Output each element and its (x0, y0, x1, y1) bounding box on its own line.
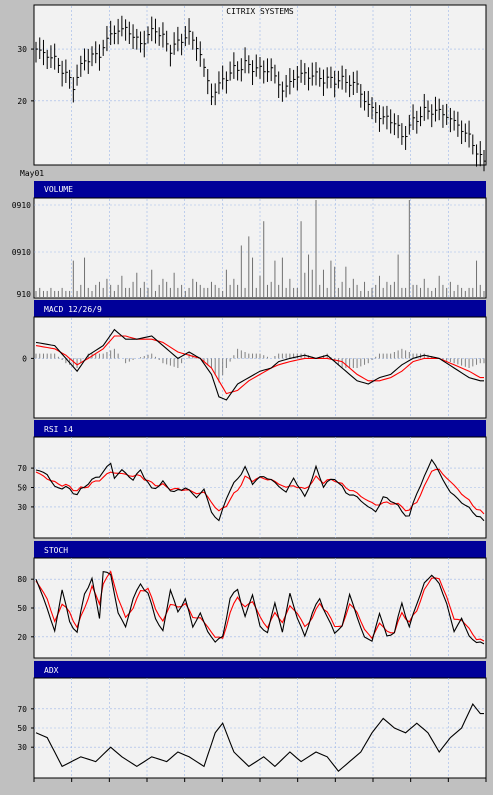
rsi-tick-label: 30 (17, 503, 27, 512)
stock-chart-canvas: CITRIX SYSTEMS 2030 May01 VOLUME 0910 09… (12, 4, 487, 782)
adx-y-ticks: 30 50 70 (17, 705, 34, 752)
adx-panel: ADX 30 50 70 (17, 661, 487, 782)
stoch-tick-label: 50 (17, 604, 27, 613)
adx-title: ADX (44, 666, 59, 675)
price-plot-area (33, 4, 487, 166)
stoch-y-ticks: 20 50 80 (17, 575, 34, 642)
volume-tick-label-bottom: 910 (17, 290, 32, 299)
price-y-ticks: 2030 (17, 45, 34, 106)
adx-tick-label: 30 (17, 743, 27, 752)
price-tick-label: 20 (17, 97, 27, 106)
stoch-tick-label: 20 (17, 633, 27, 642)
x-start-label: May01 (20, 169, 44, 178)
price-panel: CITRIX SYSTEMS 2030 May01 (17, 4, 487, 178)
volume-tick-label-mid: 0910 (12, 248, 31, 257)
macd-y-ticks: 0 (22, 354, 34, 363)
x-axis-ticks (33, 778, 487, 782)
price-tick-label: 30 (17, 45, 27, 54)
adx-title-bar (34, 661, 486, 678)
rsi-tick-label: 50 (17, 484, 27, 493)
adx-tick-label: 50 (17, 724, 27, 733)
volume-panel: VOLUME 0910 0910 910 (12, 181, 487, 299)
macd-tick-label: 0 (22, 354, 27, 363)
rsi-tick-label: 70 (17, 464, 27, 473)
stoch-title: STOCH (44, 546, 68, 555)
adx-tick-label: 70 (17, 705, 27, 714)
stoch-tick-label: 80 (17, 575, 27, 584)
rsi-y-ticks: 30 50 70 (17, 464, 34, 512)
rsi-title-bar (34, 420, 486, 437)
volume-tick-label-top: 0910 (12, 201, 31, 210)
macd-title-bar (34, 300, 486, 317)
stoch-panel: STOCH 20 50 80 (17, 541, 487, 659)
volume-title: VOLUME (44, 185, 73, 194)
rsi-title: RSI 14 (44, 425, 73, 434)
rsi-panel: RSI 14 30 50 70 (17, 420, 487, 539)
stoch-title-bar (34, 541, 486, 558)
macd-title: MACD 12/26/9 (44, 305, 102, 314)
volume-title-bar (34, 181, 486, 198)
macd-panel: MACD 12/26/9 0 (22, 300, 487, 419)
